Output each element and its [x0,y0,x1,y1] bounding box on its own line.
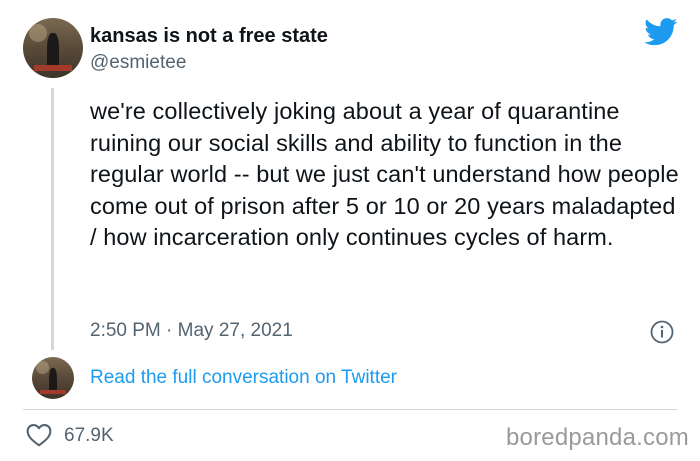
watermark-text: boredpanda.com [506,424,689,451]
like-count[interactable]: 67.9K [64,425,114,447]
author-avatar[interactable] [23,18,83,78]
heart-icon[interactable] [26,423,52,447]
author-handle[interactable]: @esmietee [90,52,186,74]
thread-connector-line [51,88,54,350]
avatar-photo-figure [47,33,59,69]
tweet-timestamp[interactable]: 2:50 PM · May 27, 2021 [90,320,293,342]
avatar-photo-floor [39,389,67,394]
read-conversation-link[interactable]: Read the full conversation on Twitter [90,367,397,389]
tweet-text: we're collectively joking about a year o… [90,98,679,250]
author-display-name[interactable]: kansas is not a free state [90,25,328,48]
avatar-photo-highlight [36,361,49,374]
conversation-avatar[interactable] [32,357,74,399]
info-icon[interactable] [650,320,674,344]
twitter-bird-icon[interactable] [644,18,678,46]
divider [23,409,677,410]
avatar-photo-floor [33,64,73,71]
avatar-photo-highlight [29,24,47,42]
